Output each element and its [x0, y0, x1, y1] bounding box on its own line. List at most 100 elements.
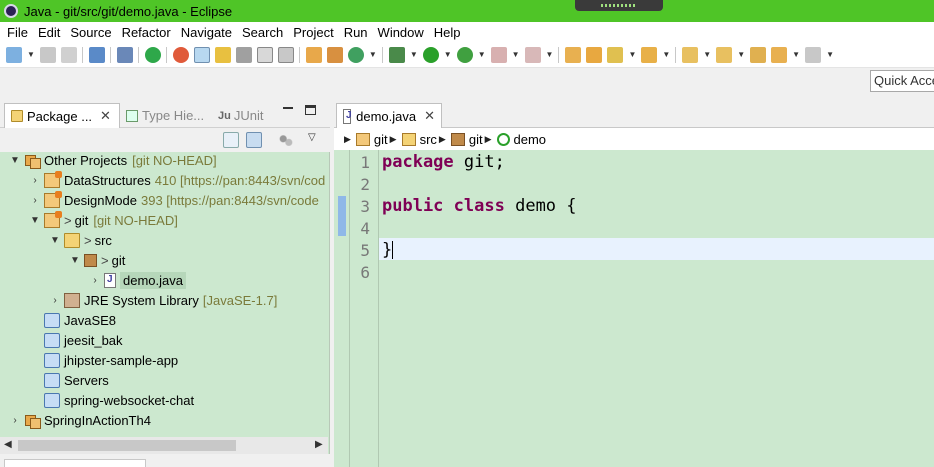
tab-package-explorer[interactable]: Package ... ✕ [4, 103, 120, 128]
new-icon[interactable] [6, 46, 22, 63]
breadcrumb-item-class[interactable]: demo [514, 132, 547, 147]
skip-breakpoints-icon[interactable] [116, 46, 133, 63]
code-line-3[interactable]: public class demo { [382, 196, 577, 216]
chevron-down-icon[interactable]: ▼ [703, 50, 711, 59]
tree-item-jre-library[interactable]: › JRE System Library [JavaSE-1.7] [48, 290, 277, 310]
show-whitespace-icon[interactable] [256, 46, 273, 63]
menu-source[interactable]: Source [65, 25, 116, 40]
previous-annotation-icon[interactable] [716, 46, 733, 63]
breadcrumb-item-src[interactable]: src [420, 132, 437, 147]
scrollbar-thumb[interactable] [18, 440, 236, 451]
menu-navigate[interactable]: Navigate [176, 25, 237, 40]
back-icon[interactable] [771, 46, 788, 63]
run-external-icon[interactable] [456, 46, 473, 63]
bottom-view-tab[interactable] [4, 459, 146, 467]
mark-occurrences-icon[interactable] [193, 46, 210, 63]
tab-junit[interactable]: Ju JUnit [212, 103, 269, 128]
tree-item-servers[interactable]: Servers [42, 370, 109, 390]
window-grip-handle[interactable] [575, 0, 663, 11]
view-menu-gear-icon[interactable] [279, 134, 293, 146]
chevron-right-icon[interactable]: › [28, 175, 42, 186]
chevron-down-icon[interactable]: ▼ [8, 155, 22, 166]
code-line-1[interactable]: package git; [382, 152, 505, 172]
save-all-icon[interactable] [60, 46, 77, 63]
change-marker[interactable] [338, 196, 346, 236]
chevron-down-icon[interactable]: ▼ [444, 50, 452, 59]
open-type-icon[interactable] [565, 46, 582, 63]
chevron-right-icon[interactable]: › [8, 415, 22, 426]
save-icon[interactable] [39, 46, 56, 63]
chevron-down-icon[interactable]: ▼ [48, 235, 62, 246]
chevron-down-icon[interactable]: ▼ [68, 255, 82, 266]
link-with-editor-icon[interactable] [246, 132, 262, 148]
chevron-right-icon[interactable]: › [28, 195, 42, 206]
scroll-right-icon[interactable]: ▶ [315, 439, 323, 450]
tab-type-hierarchy[interactable]: Type Hie... [120, 103, 210, 128]
menu-window[interactable]: Window [373, 25, 429, 40]
maximize-icon[interactable] [305, 105, 316, 115]
menu-run[interactable]: Run [339, 25, 373, 40]
breadcrumb-arrow-icon[interactable]: ▶ [344, 134, 351, 145]
code-editor[interactable]: 1 2 3 4 5 6 package git; public class de… [334, 150, 934, 467]
pencil-icon[interactable] [607, 46, 624, 63]
collapse-all-icon[interactable] [223, 132, 239, 148]
close-icon[interactable]: ✕ [424, 108, 435, 124]
chevron-down-icon[interactable]: ▼ [369, 50, 377, 59]
pilcrow-icon[interactable] [277, 46, 294, 63]
breadcrumb-item-project[interactable]: git [374, 132, 388, 147]
open-task-icon[interactable] [641, 46, 658, 63]
open-folder-icon[interactable] [586, 46, 603, 63]
annotation-ruler[interactable] [334, 150, 350, 467]
chevron-down-icon[interactable]: ▼ [546, 50, 554, 59]
chevron-down-icon[interactable]: ▼ [410, 50, 418, 59]
menu-search[interactable]: Search [237, 25, 288, 40]
menu-project[interactable]: Project [288, 25, 338, 40]
new-project-icon[interactable] [326, 46, 343, 63]
tree-item-datastructures[interactable]: › DataStructures 410 [https://pan:8443/s… [28, 170, 325, 190]
quick-access-input[interactable]: Quick Access [870, 70, 934, 92]
tree-item-other-projects[interactable]: ▼ Other Projects [git NO-HEAD] [8, 152, 217, 170]
chevron-down-icon[interactable]: ▼ [628, 50, 636, 59]
toggle-icon[interactable] [144, 46, 161, 63]
menu-file[interactable]: File [2, 25, 33, 40]
stop-icon[interactable] [490, 46, 507, 63]
terminal-icon[interactable] [88, 46, 105, 63]
new-class-icon[interactable] [347, 46, 364, 63]
tree-item-jhipster[interactable]: jhipster-sample-app [42, 350, 178, 370]
run-icon[interactable] [422, 46, 439, 63]
chevron-right-icon[interactable]: › [48, 295, 62, 306]
tree-item-git-package[interactable]: ▼ > git [68, 250, 125, 270]
chevron-down-icon[interactable]: ▼ [478, 50, 486, 59]
menu-edit[interactable]: Edit [33, 25, 65, 40]
chevron-down-icon[interactable]: ▼ [662, 50, 670, 59]
close-icon[interactable]: ✕ [100, 108, 111, 124]
chevron-down-icon[interactable]: ▼ [792, 50, 800, 59]
chevron-down-icon[interactable]: ▼ [737, 50, 745, 59]
debug-icon[interactable] [388, 46, 405, 63]
tree-item-spring-websocket-chat[interactable]: spring-websocket-chat [42, 390, 194, 410]
tab-demo-java[interactable]: demo.java ✕ [336, 103, 442, 128]
chevron-down-icon[interactable]: ▼ [27, 50, 35, 59]
horizontal-scrollbar[interactable]: ◀ ▶ [0, 437, 328, 454]
code-line-5[interactable]: } [382, 240, 394, 260]
breadcrumb-arrow-icon[interactable]: ▶ [485, 134, 492, 145]
refresh-icon[interactable] [172, 46, 189, 63]
forward-icon[interactable] [805, 46, 822, 63]
tree-item-designmode[interactable]: › DesignMode 393 [https://pan:8443/svn/c… [28, 190, 319, 210]
new-package-icon[interactable] [305, 46, 322, 63]
view-menu-chevron-icon[interactable]: ▽ [308, 132, 316, 143]
tree-item-javase8[interactable]: JavaSE8 [42, 310, 116, 330]
tree-item-demo-java[interactable]: › demo.java [88, 270, 186, 290]
menu-refactor[interactable]: Refactor [117, 25, 176, 40]
tree-item-jeesit-bak[interactable]: jeesit_bak [42, 330, 123, 350]
chevron-down-icon[interactable]: ▼ [826, 50, 834, 59]
next-annotation-icon[interactable] [682, 46, 699, 63]
tree-item-springinactionth4[interactable]: › SpringInActionTh4 [8, 410, 151, 430]
block-selection-icon[interactable] [235, 46, 252, 63]
minimize-icon[interactable] [283, 107, 293, 109]
last-edit-icon[interactable] [750, 46, 767, 63]
highlight-icon[interactable] [214, 46, 231, 63]
tree-item-git-project[interactable]: ▼ > git [git NO-HEAD] [28, 210, 178, 230]
breadcrumb-item-package[interactable]: git [469, 132, 483, 147]
tree-item-src[interactable]: ▼ > src [48, 230, 112, 250]
